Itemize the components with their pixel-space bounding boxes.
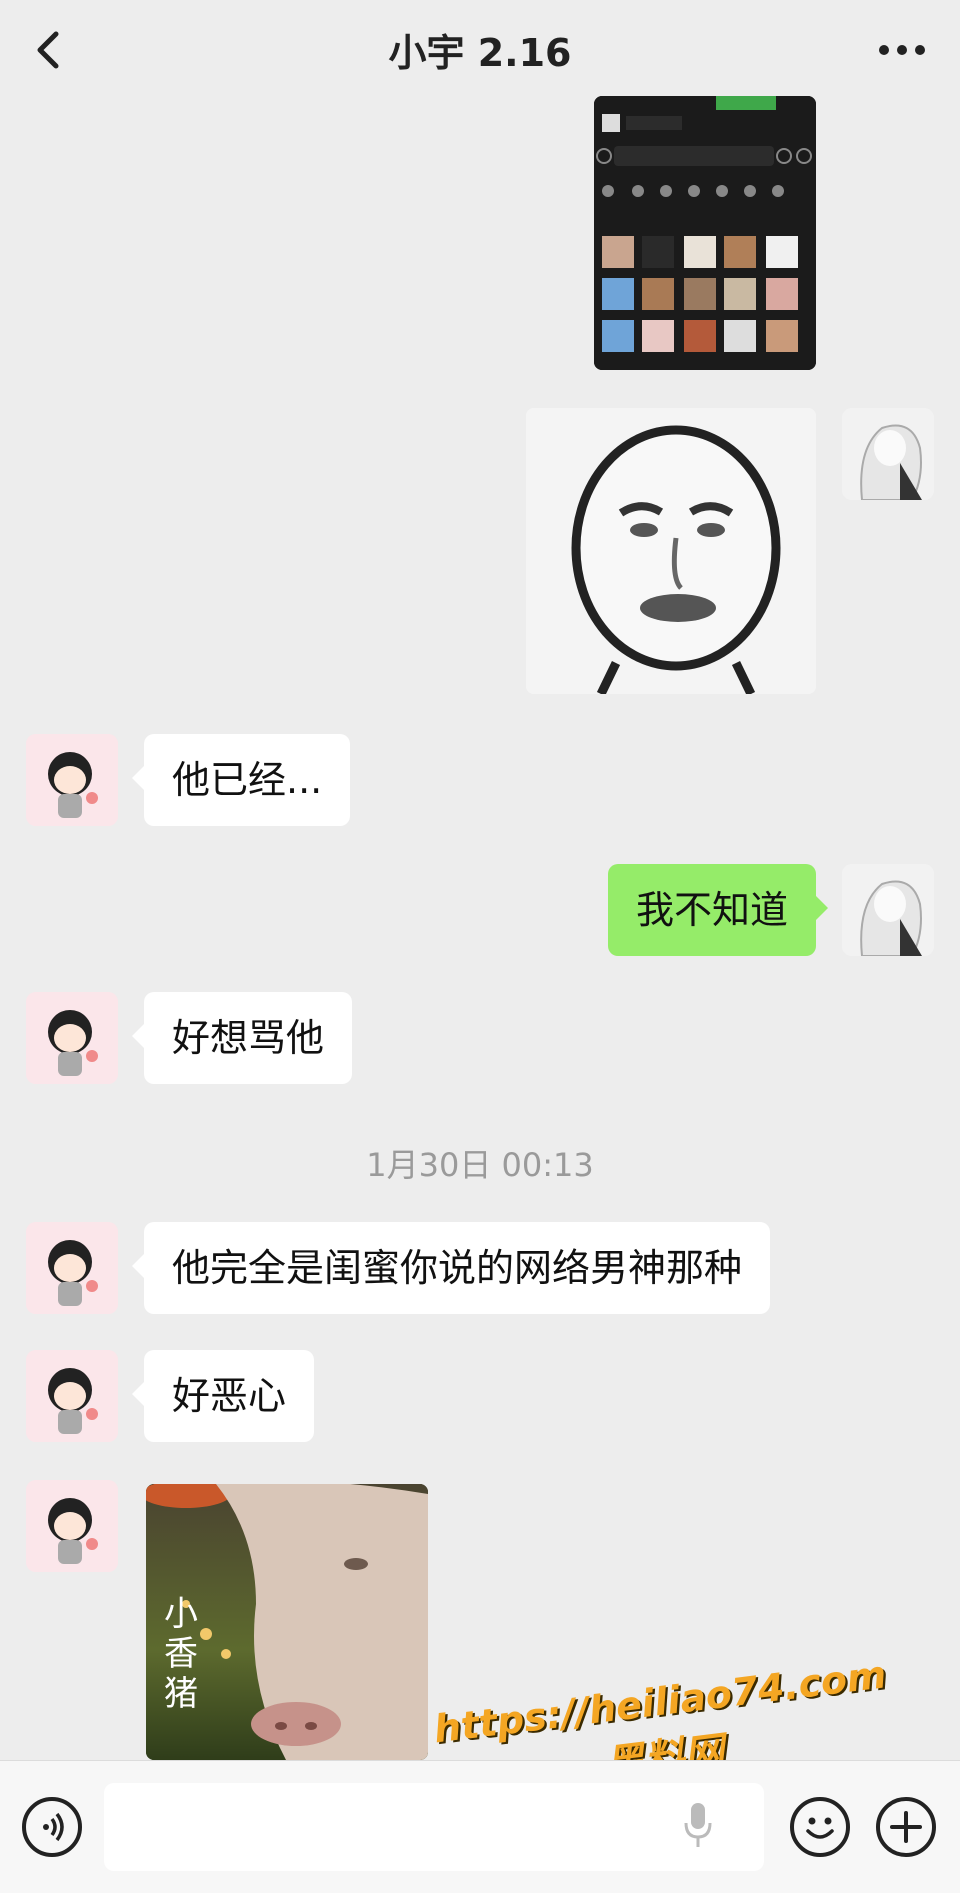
message-bubble[interactable]: 好恶心 <box>131 1350 315 1442</box>
emoji-button[interactable] <box>790 1797 850 1857</box>
my-avatar[interactable] <box>842 864 934 956</box>
message-bubble[interactable]: 好想骂他 <box>131 992 353 1084</box>
image-message-screenshot[interactable] <box>594 96 816 370</box>
cartoon-boy-avatar <box>26 1350 118 1442</box>
chat-title: 小宇 2.16 <box>388 31 572 75</box>
contact-avatar[interactable] <box>26 1222 118 1314</box>
contact-avatar[interactable] <box>26 1350 118 1442</box>
cartoon-boy-avatar <box>26 992 118 1084</box>
more-button[interactable] <box>872 22 932 78</box>
voice-icon <box>43 1812 64 1842</box>
voice-button[interactable] <box>22 1797 82 1857</box>
message-bubble[interactable]: 他完全是闺蜜你说的网络男神那种 <box>131 1222 771 1314</box>
more-dots-icon <box>879 45 925 55</box>
cartoon-boy-avatar <box>26 1480 118 1572</box>
contact-avatar[interactable] <box>26 992 118 1084</box>
chat-messages[interactable]: 他已经... 我不知道 好想骂他 1月30日 00:13 他完全是闺蜜你说的网络… <box>0 96 960 1760</box>
sticker-panel-screenshot <box>594 96 816 370</box>
image-caption: 小香猪 <box>164 1594 198 1714</box>
chat-header: 小宇 2.16 <box>0 0 960 100</box>
timestamp: 1月30日 00:13 <box>366 1146 594 1184</box>
emoji-icon <box>806 1817 834 1839</box>
contact-avatar[interactable] <box>26 1480 118 1572</box>
my-avatar[interactable] <box>842 408 934 500</box>
mic-icon[interactable] <box>678 1797 718 1857</box>
message-bubble[interactable]: 他已经... <box>131 734 351 826</box>
cartoon-boy-avatar <box>26 1222 118 1314</box>
contact-avatar[interactable] <box>26 734 118 826</box>
image-message-pig[interactable]: 小香猪 <box>146 1484 428 1760</box>
anime-girl-avatar <box>842 864 934 956</box>
image-message-meme-face[interactable] <box>526 408 816 694</box>
plus-button[interactable] <box>876 1797 936 1857</box>
message-input[interactable] <box>104 1783 764 1871</box>
plus-icon <box>890 1811 922 1843</box>
cartoon-boy-avatar <box>26 734 118 826</box>
message-bubble[interactable]: 我不知道 <box>607 864 829 956</box>
meme-face-sticker <box>526 408 816 694</box>
anime-girl-avatar <box>842 408 934 500</box>
input-bar <box>0 1760 960 1893</box>
